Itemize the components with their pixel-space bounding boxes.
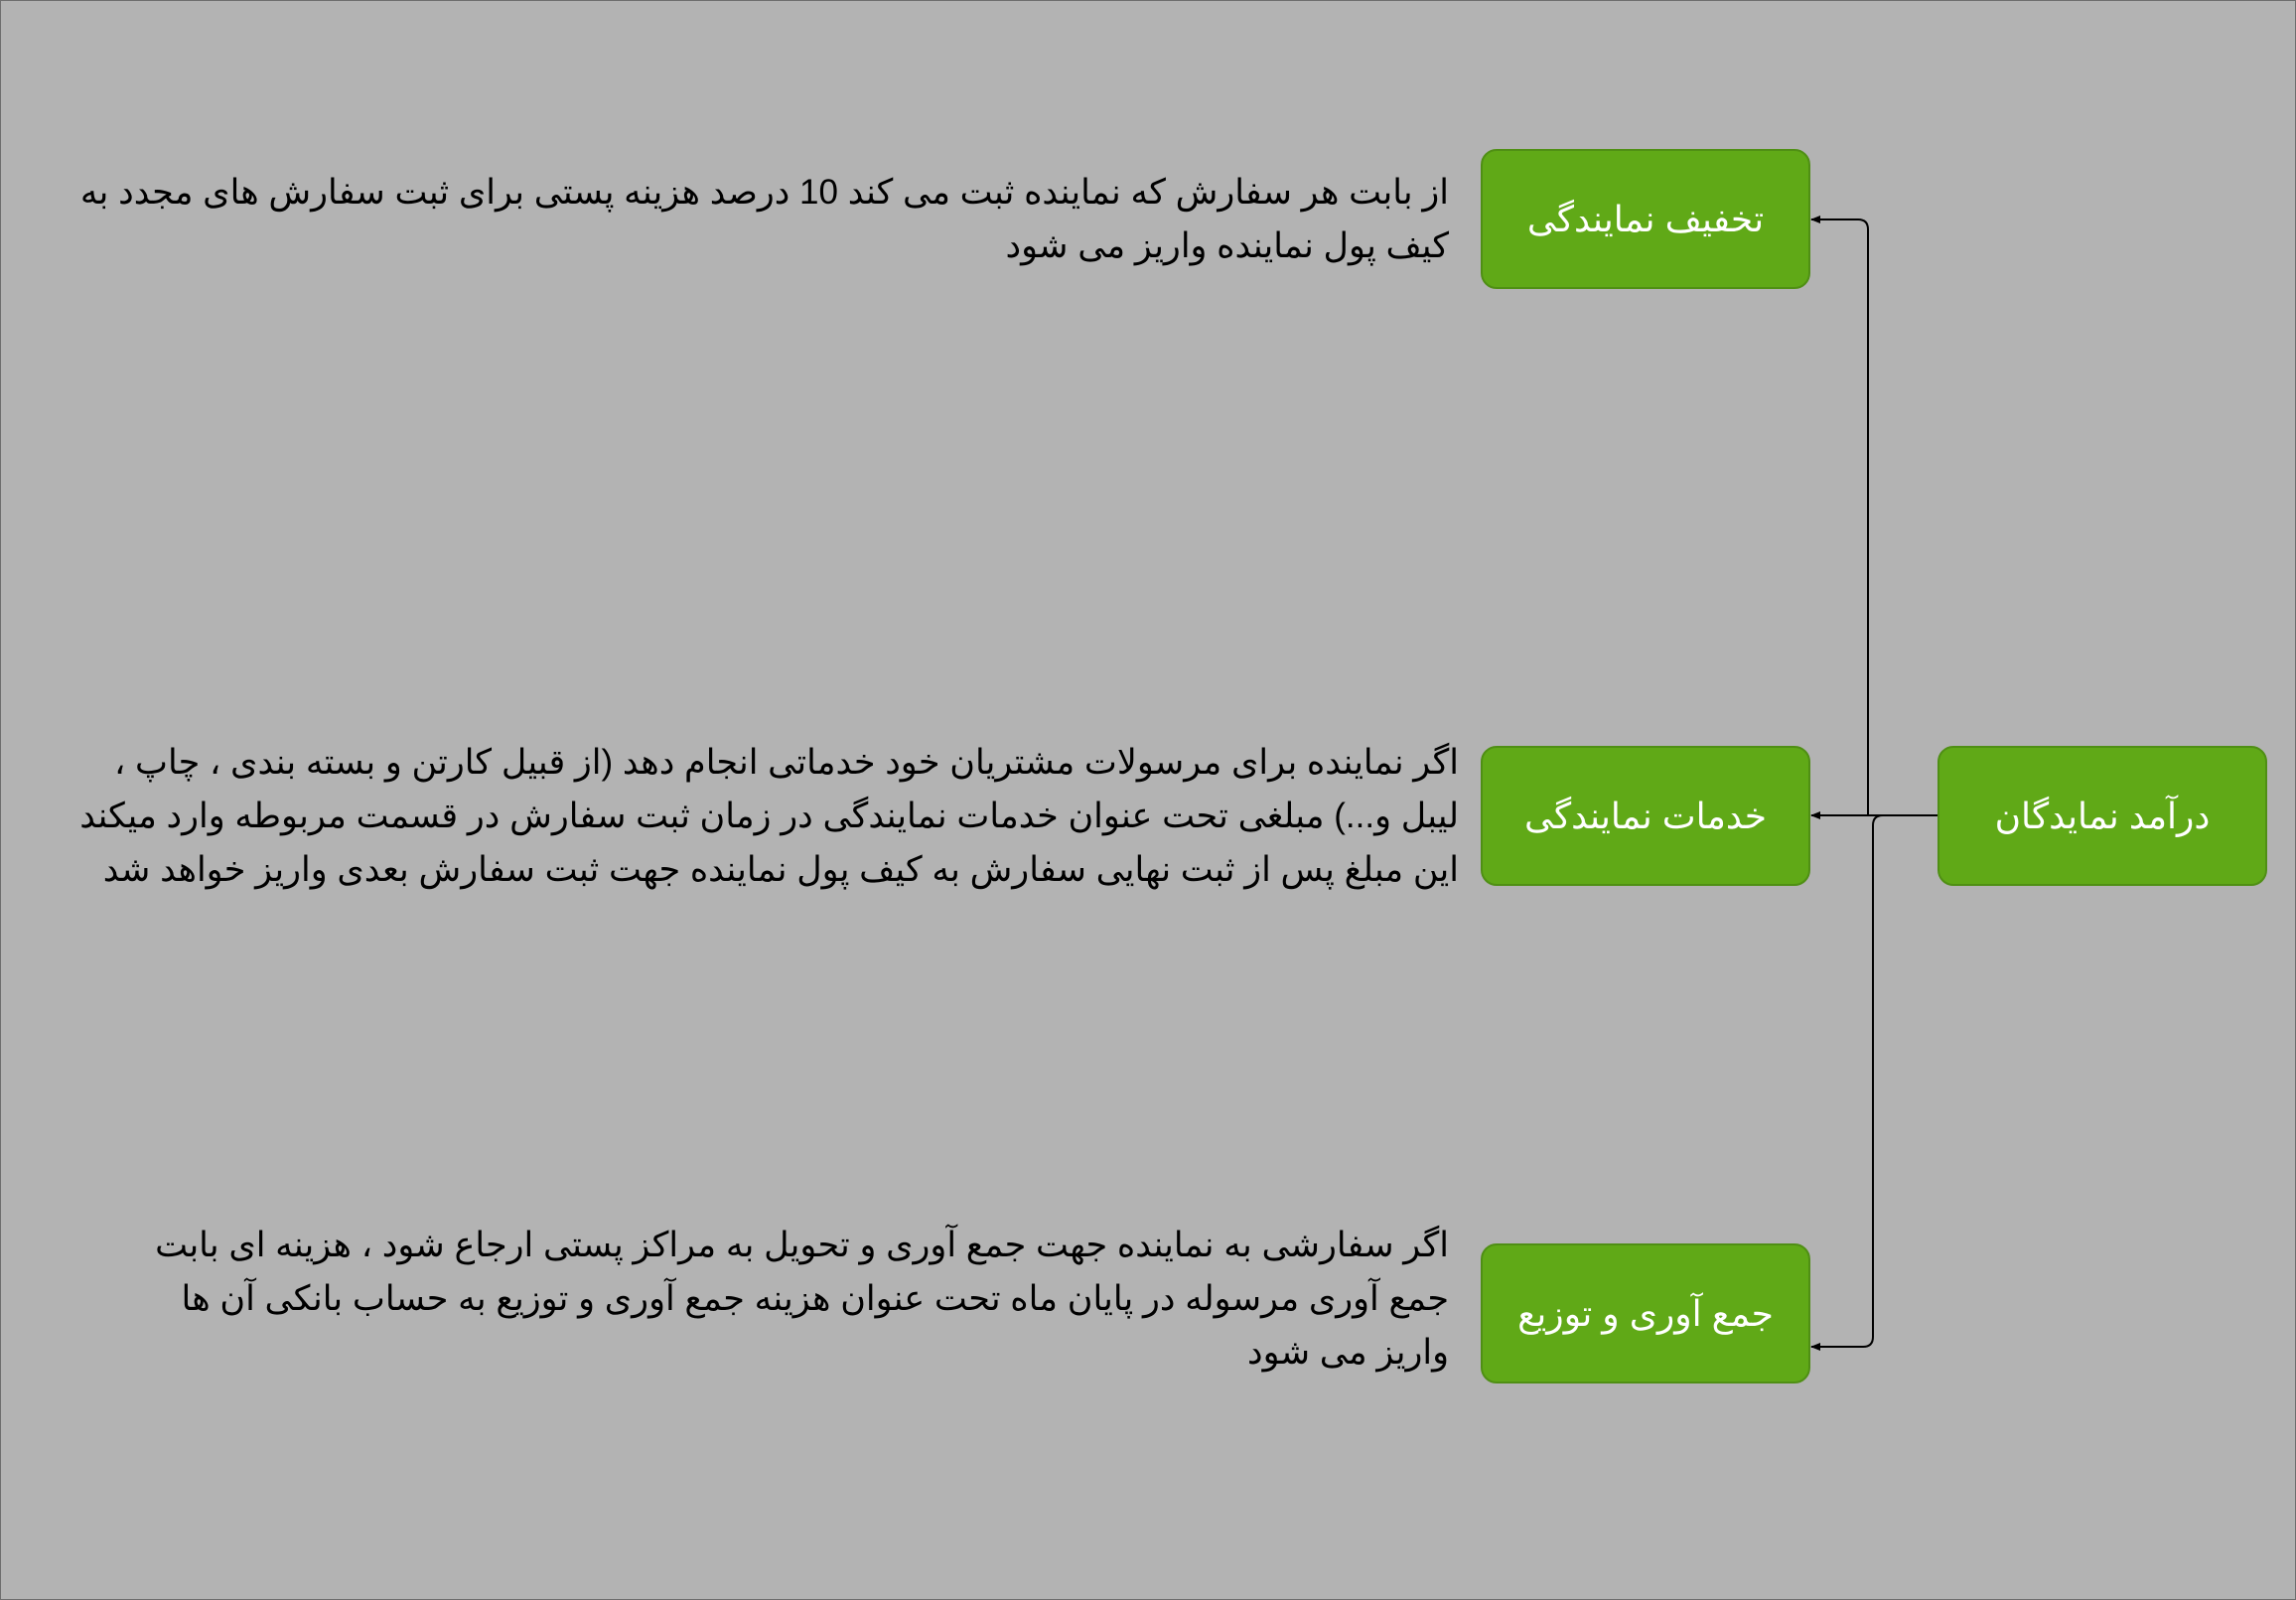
node-agency-services[interactable]: خدمات نمایندگی — [1481, 746, 1810, 886]
description-line: جمع آوری مرسوله در پایان ماه تحت عنوان ه… — [181, 1279, 1449, 1318]
root-node-label: درآمد نمایدگان — [1994, 795, 2211, 836]
diagram-canvas: درآمد نمایدگان تخفیف نمایندگی خدمات نمای… — [0, 0, 2296, 1600]
node-agency-discount[interactable]: تخفیف نمایندگی — [1481, 149, 1810, 289]
node-agency-services-label: خدمات نمایندگی — [1523, 795, 1768, 836]
description-agency-discount: از بابت هر سفارش که نماینده ثبت می کند 1… — [29, 166, 1449, 273]
node-collection-distribution-label: جمع آوری و توزیع — [1517, 1292, 1774, 1334]
description-line: اگر نماینده برای مرسولات مشتریان خود خدم… — [114, 743, 1459, 782]
root-node-agents-income[interactable]: درآمد نمایدگان — [1937, 746, 2267, 886]
node-collection-distribution[interactable]: جمع آوری و توزیع — [1481, 1243, 1810, 1383]
connector-to-discount — [1810, 216, 1937, 816]
description-line: اگر سفارشی به نماینده جهت جمع آوری و تحو… — [155, 1226, 1449, 1264]
description-line: از بابت هر سفارش که نماینده ثبت می کند 1… — [79, 173, 1449, 212]
description-collection-distribution: اگر سفارشی به نماینده جهت جمع آوری و تحو… — [78, 1219, 1449, 1380]
node-agency-discount-label: تخفیف نمایندگی — [1526, 198, 1765, 239]
description-line: لیبل و...) مبلغی تحت عنوان خدمات نمایندگ… — [79, 797, 1459, 835]
description-line: واریز می شود — [1247, 1333, 1449, 1372]
description-line: کیف پول نماینده واریز می شود — [1005, 226, 1449, 265]
description-agency-services: اگر نماینده برای مرسولات مشتریان خود خدم… — [39, 736, 1459, 897]
description-line: این مبلغ پس از ثبت نهایی سفارش به کیف پو… — [102, 850, 1459, 889]
connector-to-collection — [1810, 814, 1937, 1351]
